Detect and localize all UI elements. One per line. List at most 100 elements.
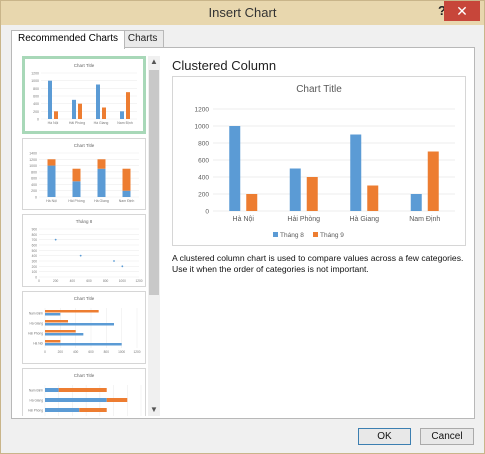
thumb-x-tick: Hà Nội	[48, 121, 59, 125]
thumbnail-title: Chart Title	[74, 63, 95, 68]
thumb-bar	[122, 190, 131, 197]
thumb-y-tick: 1200	[31, 72, 39, 76]
thumb-y-tick: 900	[32, 228, 38, 232]
thumb-y-tick: 600	[31, 177, 37, 181]
thumb-y-tick: 700	[32, 238, 38, 242]
thumb-x-tick: 1000	[119, 279, 126, 283]
thumbnail-clustered-column[interactable]: Chart Title 0 200 400 600 800 1000 1200 Hà Nội H…	[22, 56, 146, 134]
thumb-y-tick: 0	[37, 118, 39, 122]
y-tick-label: 1200	[195, 107, 210, 114]
thumb-y-tick: 200	[31, 189, 37, 193]
scroll-down-icon[interactable]: ▼	[148, 404, 160, 416]
thumb-bar	[45, 388, 59, 392]
thumb-x-tick: Nam Định	[117, 121, 133, 125]
preview-chart: Chart Title 0 200 400 600 800 1000 1200 Hà Nội…	[195, 84, 455, 239]
thumb-y-tick: Hải Phòng	[28, 409, 43, 413]
thumbnail-clustered-bar[interactable]: Chart Title 0 200 400 600 800 1000 1200 Nam Địn…	[22, 291, 146, 364]
close-button[interactable]: ✕	[444, 1, 480, 21]
thumb-bar	[58, 388, 107, 392]
thumb-bar	[47, 165, 56, 197]
thumb-bar	[45, 313, 61, 316]
thumbnail-list: Chart Title 0 200 400 600 800 1000 1200 Hà Nội H…	[22, 56, 146, 416]
title-bar: Insert Chart ? ✕	[1, 1, 484, 25]
thumb-y-tick: 400	[33, 102, 39, 106]
tab-panel: Chart Title 0 200 400 600 800 1000 1200 Hà Nội H…	[11, 47, 475, 419]
thumbnail-scatter-chart: Tháng 8 01002003004005006007008009000 200…	[32, 219, 143, 283]
legend-label: Tháng 8	[280, 232, 304, 239]
thumb-bar	[122, 168, 131, 191]
ok-button[interactable]: OK	[358, 428, 411, 445]
y-tick-label: 600	[198, 158, 209, 165]
thumb-y-tick: Hà Giang	[30, 322, 44, 326]
thumb-bar	[45, 343, 122, 346]
thumb-x-tick: 200	[58, 350, 64, 354]
thumb-bar	[78, 103, 82, 119]
dialog-title: Insert Chart	[208, 5, 277, 20]
thumb-x-tick: 800	[104, 350, 110, 354]
thumb-y-tick: Nam Định	[29, 312, 43, 316]
x-tick-label: Hải Phòng	[287, 216, 320, 223]
thumb-y-tick: 800	[31, 170, 37, 174]
tab-recommended-charts[interactable]: Recommended Charts	[11, 30, 126, 49]
thumb-bar	[79, 408, 107, 412]
bar-Tháng 8-Nam Định	[410, 194, 422, 211]
bar-Tháng 9-Hà Giang	[367, 185, 379, 211]
thumb-bar	[45, 323, 114, 326]
thumb-bar	[45, 398, 107, 402]
legend-swatch	[313, 232, 318, 237]
thumb-bar	[126, 92, 130, 119]
thumb-y-tick: 800	[33, 87, 39, 91]
thumb-y-tick: 1200	[29, 158, 37, 162]
thumbnail-stacked-bar[interactable]: Chart Title Nam ĐịnhHà GiangHải PhòngHà …	[22, 368, 146, 416]
thumb-y-tick: 800	[32, 233, 38, 237]
x-tick-label: Nam Định	[409, 216, 440, 223]
thumb-x-tick: Hải Phòng	[69, 121, 85, 125]
chart-description: A clustered column chart is used to comp…	[172, 253, 464, 274]
thumb-bar	[96, 84, 100, 119]
thumbnail-scrollbar[interactable]: ▲ ▼	[148, 56, 160, 416]
thumb-bar	[47, 159, 56, 166]
thumb-point	[79, 254, 82, 257]
chart-title: Chart Title	[296, 84, 342, 95]
thumb-y-tick: Nam Định	[29, 389, 43, 393]
thumb-x-tick: 800	[103, 279, 109, 283]
thumb-bar	[97, 168, 106, 197]
thumbnail-scatter[interactable]: Tháng 8 0 100 200 300 400 500 600 700 800 900 0 200…	[22, 214, 146, 287]
y-tick-label: 1000	[195, 124, 210, 131]
thumb-point	[54, 238, 57, 241]
chart-preview: Chart Title 0 200 400 600 800 1000 1200 Hà Nội…	[172, 76, 466, 246]
y-tick-label: 0	[205, 209, 209, 216]
thumb-bar	[54, 111, 58, 119]
thumb-bar	[45, 310, 99, 313]
thumb-y-tick: 0	[35, 276, 37, 280]
thumb-x-tick: Hà Giang	[94, 121, 109, 125]
thumb-x-tick: 400	[70, 279, 76, 283]
thumb-y-tick: 200	[33, 110, 39, 114]
thumb-x-tick: 0	[44, 350, 46, 354]
thumb-bar	[120, 111, 124, 119]
insert-chart-dialog: Insert Chart ? ✕ Recommended Charts All …	[0, 0, 485, 454]
thumb-x-tick: 1000	[118, 350, 125, 354]
thumb-bar	[45, 333, 84, 336]
thumb-y-tick: 400	[31, 183, 37, 187]
thumb-y-tick: 100	[32, 270, 38, 274]
thumb-x-tick: 600	[88, 350, 94, 354]
thumbnail-stacked-chart: Chart Title 0 200 400 600 800 1000 1200 1400 Hà …	[29, 143, 139, 203]
cancel-button[interactable]: Cancel	[420, 428, 474, 445]
legend-label: Tháng 9	[320, 232, 344, 239]
thumb-x-tick: Hà Giang	[94, 199, 109, 203]
scrollbar-thumb[interactable]	[149, 70, 159, 295]
thumb-x-tick: Hà Nội	[46, 199, 57, 203]
thumbnail-title: Chart Title	[74, 296, 95, 301]
thumb-bar	[45, 320, 68, 323]
thumb-bar	[102, 107, 106, 119]
thumb-y-tick: 600	[33, 95, 39, 99]
thumbnail-title: Tháng 8	[76, 219, 93, 224]
thumbnail-stacked-column[interactable]: Chart Title 0 200 400 600 800 1000 1200 1400 Hà …	[22, 138, 146, 210]
thumb-y-tick: 0	[35, 196, 37, 200]
scroll-up-icon[interactable]: ▲	[148, 56, 160, 68]
thumb-point	[113, 260, 115, 262]
preview-heading: Clustered Column	[172, 58, 277, 73]
thumb-y-tick: 300	[32, 260, 38, 264]
thumb-bar	[97, 159, 106, 169]
